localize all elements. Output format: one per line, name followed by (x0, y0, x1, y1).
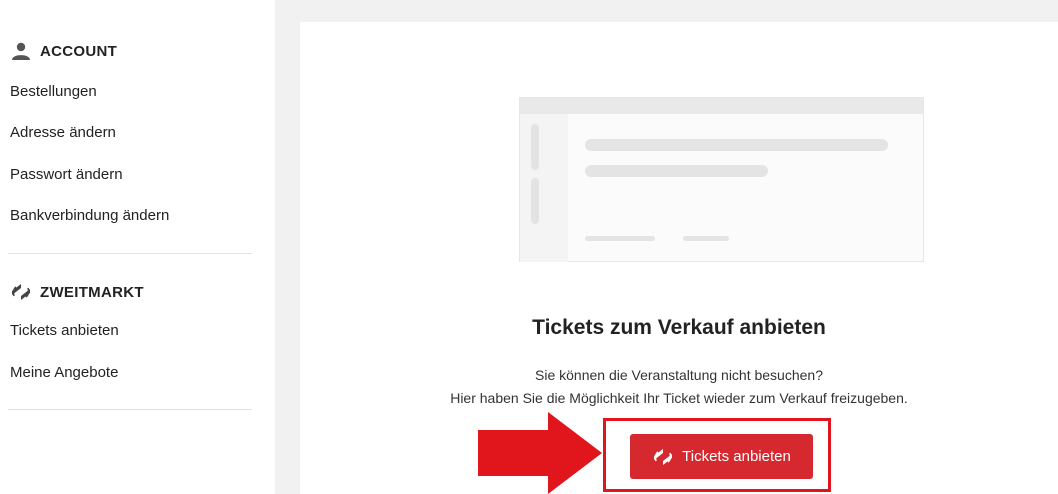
account-section-heading: ACCOUNT (10, 41, 117, 61)
sidebar-item-passwort-aendern[interactable]: Passwort ändern (10, 166, 123, 183)
empty-state-illustration (519, 97, 924, 262)
ticket-transfer-icon (652, 447, 674, 467)
illustration-line (683, 236, 729, 241)
illustration-bar (531, 178, 539, 224)
illustration-sidebar (520, 114, 568, 262)
sidebar-divider (8, 409, 252, 410)
sidebar-divider (8, 253, 252, 254)
sidebar-item-meine-angebote[interactable]: Meine Angebote (10, 364, 118, 381)
sidebar-item-adresse-aendern[interactable]: Adresse ändern (10, 124, 116, 141)
illustration-topbar (520, 98, 923, 114)
page-title: Tickets zum Verkauf anbieten (532, 316, 826, 339)
subtitle-line-2: Hier haben Sie die Möglichkeit Ihr Ticke… (450, 390, 908, 406)
illustration-line (585, 165, 768, 177)
cta-label: Tickets anbieten (682, 448, 791, 465)
sidebar-item-tickets-anbieten[interactable]: Tickets anbieten (10, 322, 119, 339)
sidebar-item-bankverbindung-aendern[interactable]: Bankverbindung ändern (10, 207, 169, 224)
illustration-bar (531, 124, 539, 170)
illustration-line (585, 139, 888, 151)
account-heading-label: ACCOUNT (40, 42, 118, 60)
person-icon (10, 41, 32, 61)
illustration-line (585, 236, 655, 241)
zweitmarkt-section-heading: ZWEITMARKT (10, 282, 144, 302)
zweitmarkt-heading-label: ZWEITMARKT (40, 283, 144, 301)
red-arrow-annotation (478, 412, 602, 494)
ticket-transfer-icon (10, 282, 32, 302)
tickets-anbieten-button[interactable]: Tickets anbieten (630, 434, 813, 479)
subtitle-line-1: Sie können die Veranstaltung nicht besuc… (535, 367, 823, 383)
sidebar: ACCOUNT Bestellungen Adresse ändern Pass… (0, 0, 260, 494)
sidebar-item-bestellungen[interactable]: Bestellungen (10, 83, 97, 100)
